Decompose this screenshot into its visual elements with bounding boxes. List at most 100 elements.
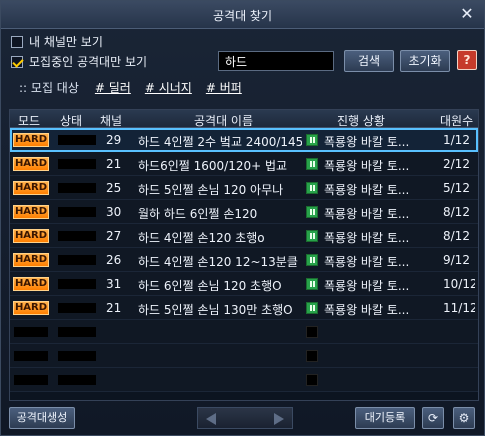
- progress-icon: [306, 254, 318, 266]
- table-row[interactable]: HARD 27 하드 4인쩔 손120 초행o 폭룡왕 바칼 토... 8/12: [10, 224, 478, 248]
- create-raid-button[interactable]: 공격대생성: [9, 407, 75, 429]
- status-mask: [58, 279, 96, 289]
- pagination: [197, 407, 293, 429]
- search-button[interactable]: 검색: [344, 50, 394, 72]
- row-channel: 27: [106, 229, 122, 243]
- mode-badge: HARD: [13, 133, 49, 147]
- progress-icon: [306, 278, 318, 290]
- row-members: 1/12: [443, 133, 470, 147]
- progress-empty: [306, 326, 318, 338]
- only-channel-option[interactable]: 내 채널만 보기: [11, 33, 103, 50]
- progress-icon: [306, 302, 318, 314]
- title-bar: 공격대 찾기 ✕: [1, 1, 484, 29]
- progress-icon: [306, 134, 318, 146]
- only-channel-checkbox[interactable]: [11, 35, 23, 48]
- mode-badge: HARD: [13, 157, 49, 171]
- only-recruiting-label: 모집중인 공격대만 보기: [29, 55, 148, 69]
- recruit-target-label: :: 모집 대상: [19, 81, 79, 95]
- row-channel: 31: [106, 277, 122, 291]
- tag-buffer[interactable]: # 버퍼: [206, 79, 242, 96]
- window-title: 공격대 찾기: [212, 9, 272, 23]
- table-row-empty: [10, 344, 478, 368]
- status-mask: [58, 231, 96, 241]
- refresh-icon[interactable]: ⟳: [422, 407, 444, 429]
- header-status: 상태: [60, 114, 83, 128]
- row-progress: 폭룡왕 바칼 토...: [324, 231, 410, 245]
- row-progress: 폭룡왕 바칼 토...: [324, 207, 410, 221]
- table-row[interactable]: HARD 21 하드6인쩔 1600/120+ 법교 폭룡왕 바칼 토... 2…: [10, 152, 478, 176]
- table-row[interactable]: HARD 31 하드 6인쩔 손님 120 초행O 폭룡왕 바칼 토... 10…: [10, 272, 478, 296]
- header-mode: 모드: [18, 114, 41, 128]
- table-row[interactable]: HARD 30 월하 하드 6인쩔 손120 폭룡왕 바칼 토... 8/12: [10, 200, 478, 224]
- table-row[interactable]: HARD 21 하드 5인쩔 손님 130만 초행O 폭룡왕 바칼 토... 1…: [10, 296, 478, 320]
- row-progress: 폭룡왕 바칼 토...: [324, 279, 410, 293]
- table-row[interactable]: HARD 25 하드 5인쩔 손님 120 아무나 폭룡왕 바칼 토... 5/…: [10, 176, 478, 200]
- row-channel: 21: [106, 301, 122, 315]
- table-header: 모드 상태 채널 공격대 이름 진행 상황 대원수: [10, 110, 478, 128]
- gear-icon[interactable]: ⚙: [453, 407, 475, 429]
- book-icon[interactable]: ?: [457, 50, 477, 70]
- row-progress: 폭룡왕 바칼 토...: [324, 159, 410, 173]
- row-members: 11/12: [443, 301, 475, 315]
- status-mask: [58, 207, 96, 217]
- mode-badge: HARD: [13, 181, 49, 195]
- row-raid-name: 하드 4인쩔 손120 12~13분클: [138, 255, 298, 269]
- progress-empty: [306, 374, 318, 386]
- progress-icon: [306, 158, 318, 170]
- header-progress: 진행 상황: [337, 114, 385, 128]
- table-row[interactable]: HARD 29 하드 4인쩔 2수 벜교 2400/145 폭룡왕 바칼 토..…: [10, 128, 478, 152]
- row-members: 2/12: [443, 157, 470, 171]
- status-mask: [58, 183, 96, 193]
- row-raid-name: 월하 하드 6인쩔 손120: [138, 207, 258, 221]
- row-raid-name: 하드 5인쩔 손님 120 아무나: [138, 183, 284, 197]
- mode-mask: [14, 351, 48, 361]
- only-recruiting-option[interactable]: 모집중인 공격대만 보기: [11, 53, 147, 70]
- status-mask: [58, 159, 96, 169]
- raid-finder-window: 공격대 찾기 ✕ 내 채널만 보기 모집중인 공격대만 보기 검색 초기화 ? …: [0, 0, 485, 436]
- next-page-icon[interactable]: [274, 413, 284, 425]
- mode-badge: HARD: [13, 277, 49, 291]
- mode-badge: HARD: [13, 229, 49, 243]
- row-raid-name: 하드 6인쩔 손님 120 초행O: [138, 279, 282, 293]
- mode-badge: HARD: [13, 301, 49, 315]
- row-channel: 29: [106, 133, 122, 147]
- row-members: 5/12: [443, 181, 470, 195]
- status-mask: [58, 375, 96, 385]
- row-channel: 30: [106, 205, 122, 219]
- row-channel: 26: [106, 253, 122, 267]
- progress-icon: [306, 182, 318, 194]
- table-row-empty: [10, 320, 478, 344]
- row-channel: 21: [106, 157, 122, 171]
- row-raid-name: 하드 5인쩔 손님 130만 초행O: [138, 303, 293, 317]
- header-raid-name: 공격대 이름: [194, 114, 254, 128]
- wait-register-button[interactable]: 대기등록: [355, 407, 415, 429]
- mode-badge: HARD: [13, 205, 49, 219]
- table-row-empty: [10, 368, 478, 392]
- search-input[interactable]: [218, 51, 334, 71]
- tag-synergy[interactable]: # 시너지: [145, 79, 192, 96]
- mode-mask: [14, 327, 48, 337]
- only-channel-label: 내 채널만 보기: [29, 35, 103, 49]
- row-progress: 폭룡왕 바칼 토...: [324, 183, 410, 197]
- raid-table: 모드 상태 채널 공격대 이름 진행 상황 대원수 HARD 29 하드 4인쩔…: [9, 109, 479, 401]
- status-mask: [58, 135, 96, 145]
- reset-button[interactable]: 초기화: [400, 50, 450, 72]
- progress-icon: [306, 206, 318, 218]
- row-raid-name: 하드6인쩔 1600/120+ 법교: [138, 159, 288, 173]
- row-members: 8/12: [443, 229, 470, 243]
- header-channel: 채널: [100, 114, 123, 128]
- tag-dealer[interactable]: # 딜러: [95, 79, 131, 96]
- only-recruiting-checkbox[interactable]: [11, 55, 23, 68]
- prev-page-icon[interactable]: [206, 413, 216, 425]
- status-mask: [58, 303, 96, 313]
- close-icon[interactable]: ✕: [458, 5, 476, 23]
- progress-empty: [306, 350, 318, 362]
- mode-badge: HARD: [13, 253, 49, 267]
- table-rows: HARD 29 하드 4인쩔 2수 벜교 2400/145 폭룡왕 바칼 토..…: [10, 128, 478, 392]
- row-progress: 폭룡왕 바칼 토...: [324, 255, 410, 269]
- row-progress: 폭룡왕 바칼 토...: [324, 303, 410, 317]
- progress-icon: [306, 230, 318, 242]
- row-members: 9/12: [443, 253, 470, 267]
- table-row[interactable]: HARD 26 하드 4인쩔 손120 12~13분클 폭룡왕 바칼 토... …: [10, 248, 478, 272]
- row-raid-name: 하드 4인쩔 손120 초행o: [138, 231, 265, 245]
